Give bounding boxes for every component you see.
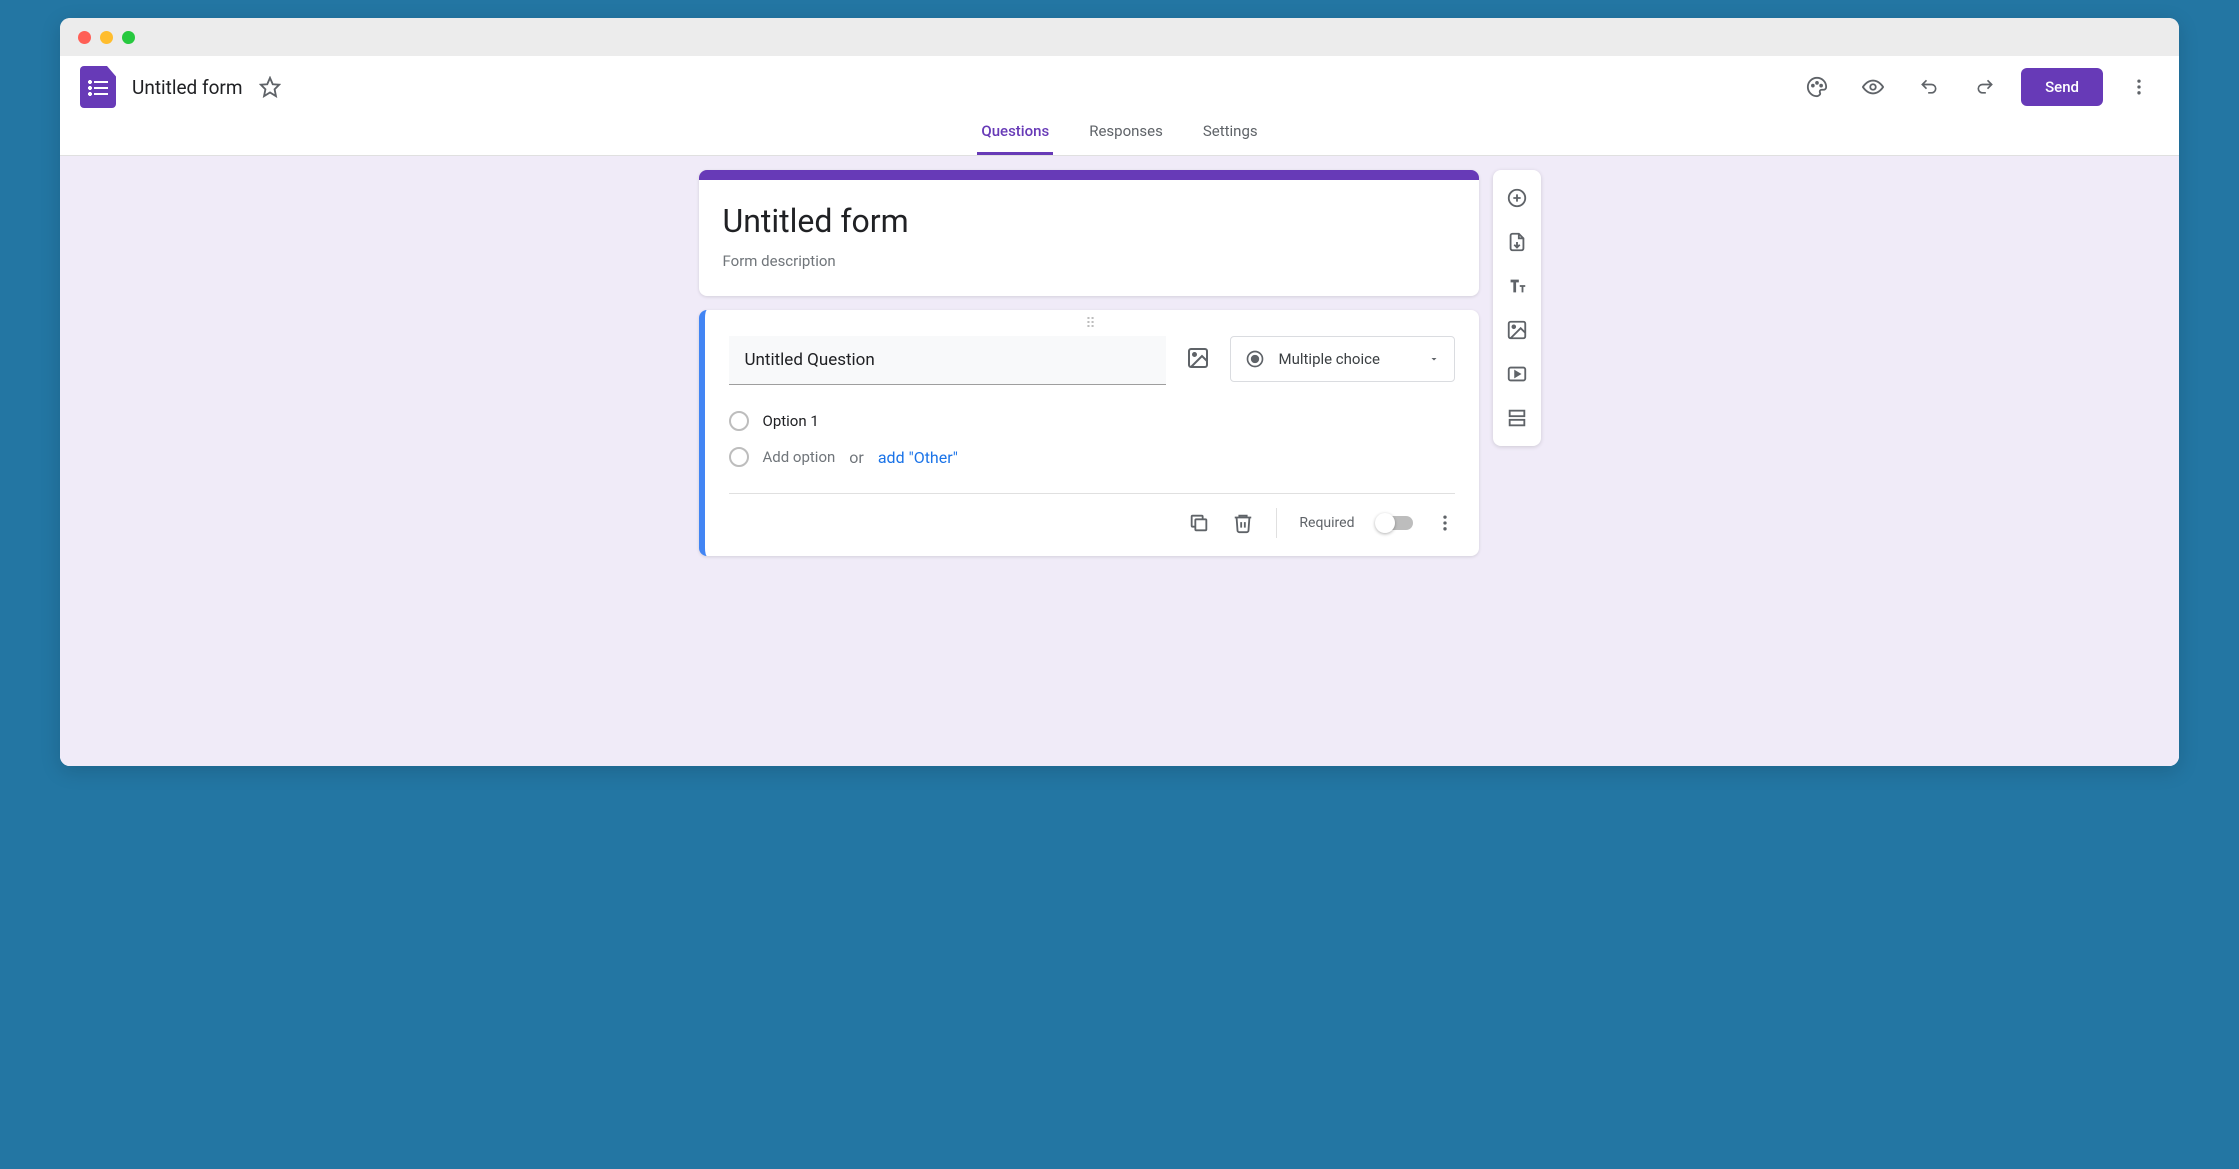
form-canvas: Untitled form Form description ⠿ Multipl… <box>60 156 2179 766</box>
option-1-text[interactable]: Option 1 <box>763 412 819 430</box>
duplicate-icon[interactable] <box>1188 512 1210 534</box>
side-toolbar <box>1493 170 1541 446</box>
add-title-icon[interactable] <box>1497 266 1537 306</box>
question-more-icon[interactable] <box>1435 513 1455 533</box>
star-icon[interactable] <box>259 76 281 98</box>
forms-app: Untitled form Send Questions <box>60 56 2179 766</box>
preview-eye-icon[interactable] <box>1853 67 1893 107</box>
undo-icon[interactable] <box>1909 67 1949 107</box>
palette-icon[interactable] <box>1797 67 1837 107</box>
more-vert-icon[interactable] <box>2119 67 2159 107</box>
question-type-select[interactable]: Multiple choice <box>1230 336 1455 382</box>
radio-empty-icon <box>729 447 749 467</box>
send-button[interactable]: Send <box>2021 68 2103 106</box>
window-close-dot[interactable] <box>78 31 91 44</box>
required-label: Required <box>1299 515 1354 531</box>
form-title-input[interactable]: Untitled form <box>723 202 1455 240</box>
tab-settings[interactable]: Settings <box>1199 112 1262 155</box>
add-other-link[interactable]: add "Other" <box>878 448 958 467</box>
redo-icon[interactable] <box>1965 67 2005 107</box>
divider <box>1276 508 1277 538</box>
browser-window: Untitled form Send Questions <box>60 18 2179 766</box>
delete-icon[interactable] <box>1232 512 1254 534</box>
add-image-icon[interactable] <box>1497 310 1537 350</box>
question-type-label: Multiple choice <box>1279 350 1380 368</box>
add-option-placeholder[interactable]: Add option <box>763 448 836 466</box>
add-image-icon[interactable] <box>1186 346 1210 370</box>
app-topbar: Untitled form Send <box>60 56 2179 112</box>
main-tabs: Questions Responses Settings <box>60 112 2179 156</box>
form-description-input[interactable]: Form description <box>723 252 1455 270</box>
window-maximize-dot[interactable] <box>122 31 135 44</box>
form-column: Untitled form Form description ⠿ Multipl… <box>699 170 1479 570</box>
add-video-icon[interactable] <box>1497 354 1537 394</box>
radio-empty-icon <box>729 411 749 431</box>
option-row-1[interactable]: Option 1 <box>729 403 1455 439</box>
required-toggle[interactable] <box>1377 516 1413 530</box>
or-text: or <box>849 448 864 467</box>
window-minimize-dot[interactable] <box>100 31 113 44</box>
add-section-icon[interactable] <box>1497 398 1537 438</box>
drag-handle-icon[interactable]: ⠿ <box>729 310 1455 336</box>
question-top-row: Multiple choice <box>729 336 1455 403</box>
document-title[interactable]: Untitled form <box>132 76 243 99</box>
question-footer: Required <box>729 493 1455 556</box>
add-question-icon[interactable] <box>1497 178 1537 218</box>
form-header-card[interactable]: Untitled form Form description <box>699 170 1479 296</box>
import-questions-icon[interactable] <box>1497 222 1537 262</box>
question-card[interactable]: ⠿ Multiple choice <box>699 310 1479 556</box>
add-option-row: Add option or add "Other" <box>729 439 1455 475</box>
tab-responses[interactable]: Responses <box>1085 112 1167 155</box>
window-title-bar <box>60 18 2179 56</box>
tab-questions[interactable]: Questions <box>977 112 1053 155</box>
forms-logo-icon[interactable] <box>80 66 116 108</box>
chevron-down-icon <box>1428 353 1440 365</box>
question-title-input[interactable] <box>729 336 1166 385</box>
radio-checked-icon <box>1245 349 1265 369</box>
